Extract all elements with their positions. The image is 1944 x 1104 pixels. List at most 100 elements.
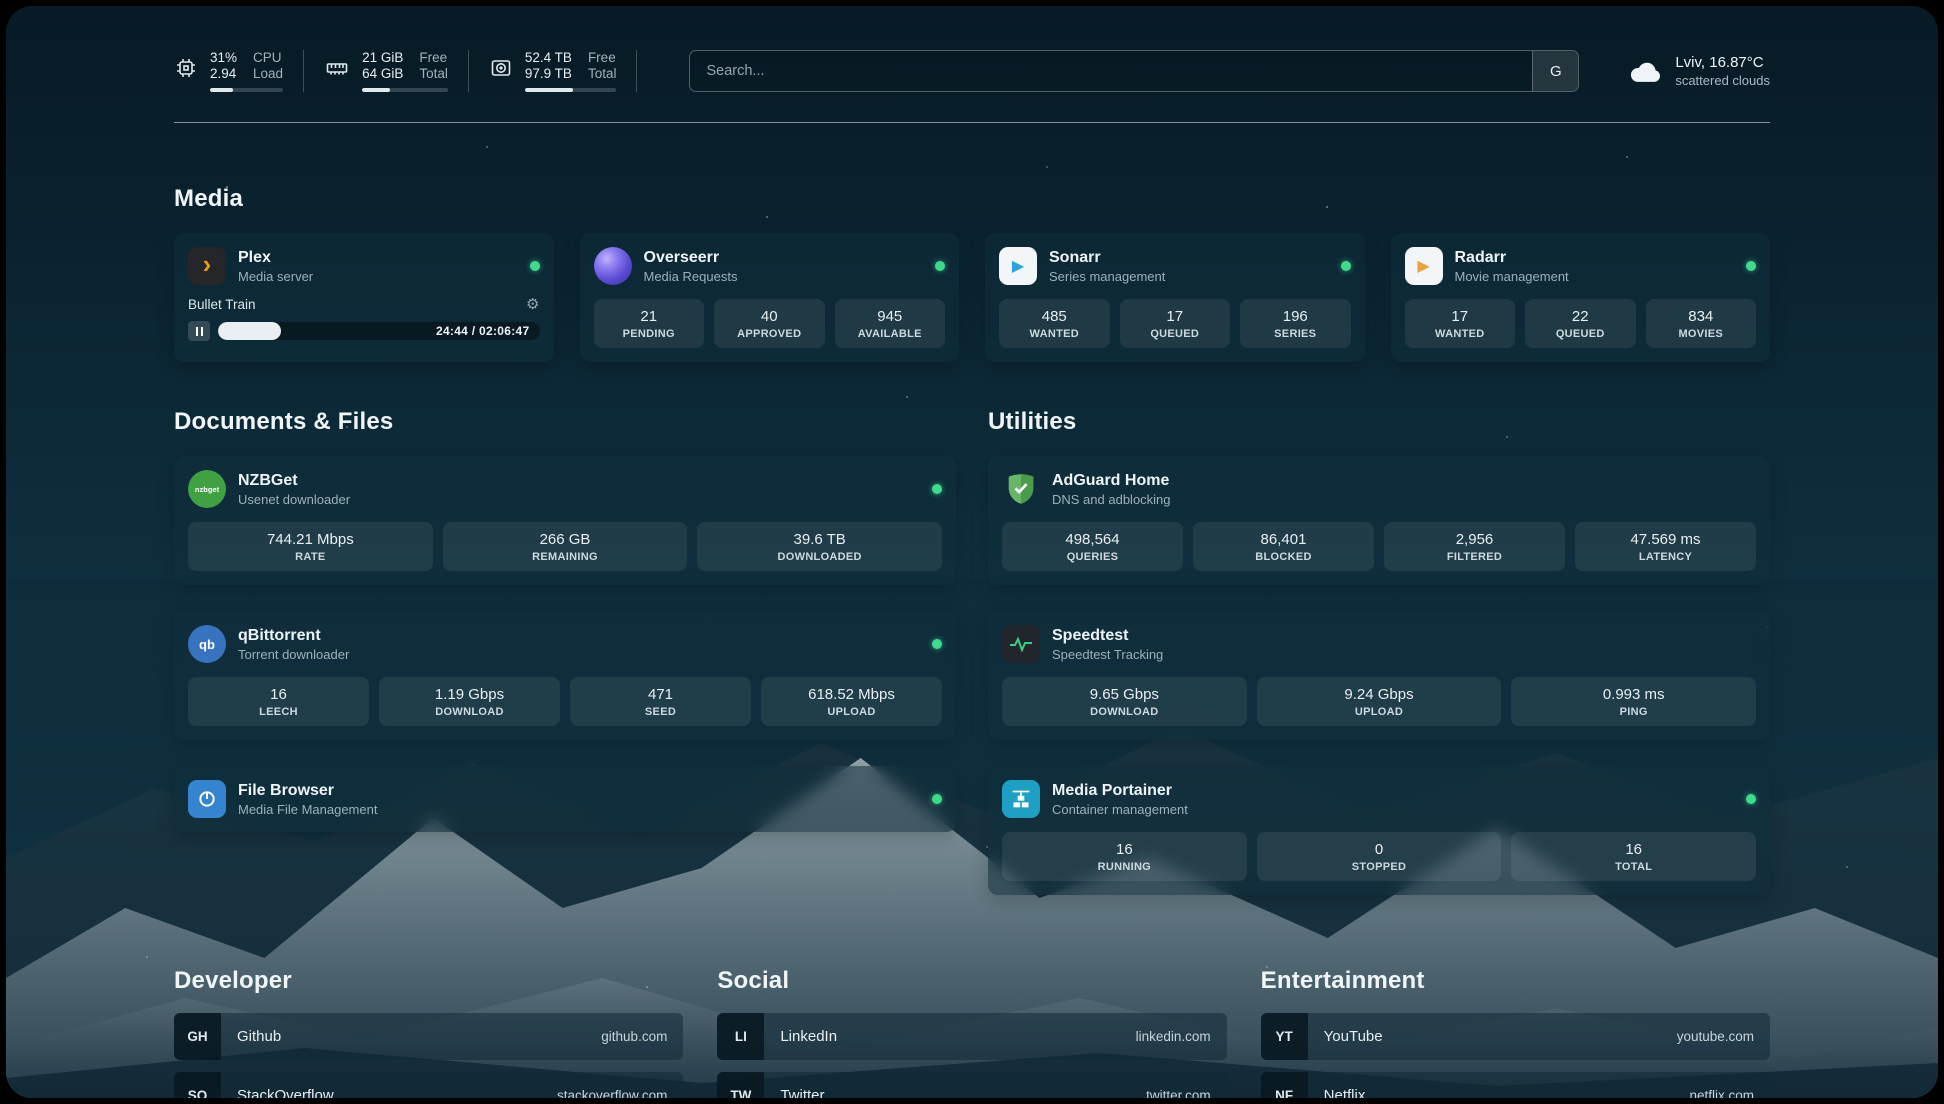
bookmark-abbr: NF	[1261, 1072, 1308, 1098]
service-card-adguard[interactable]: AdGuard Home DNS and adblocking 498,564 …	[988, 456, 1770, 585]
stat-latency: 47.569 ms LATENCY	[1575, 522, 1756, 571]
search-engine-button[interactable]: G	[1532, 51, 1578, 91]
cpu-progress-bar	[210, 88, 283, 92]
stat-total: 16 TOTAL	[1511, 832, 1756, 881]
stat-pending: 21 PENDING	[594, 299, 705, 348]
status-dot	[1746, 794, 1756, 804]
dashboard-content: 31% CPU 2.94 Load 21 GiB Free 64 GiB	[6, 6, 1938, 1098]
stat-downloaded: 39.6 TB DOWNLOADED	[697, 522, 942, 571]
portainer-icon	[1002, 780, 1040, 818]
cpu-widget: 31% CPU 2.94 Load	[174, 50, 304, 92]
stat-series: 196 SERIES	[1240, 299, 1351, 348]
bookmark-group-developer: Developer GH Github github.com SO StackO…	[174, 967, 683, 1098]
service-name: File Browser	[238, 782, 377, 800]
service-card-speedtest[interactable]: Speedtest Speedtest Tracking 9.65 Gbps D…	[988, 611, 1770, 740]
gear-icon[interactable]	[526, 297, 539, 312]
stat-movies: 834 MOVIES	[1646, 299, 1757, 348]
nzbget-icon: nzbget	[188, 470, 226, 508]
bookmark-abbr: SO	[174, 1072, 221, 1098]
stat-seed: 471 SEED	[570, 677, 751, 726]
service-card-radarr[interactable]: Radarr Movie management 17 WANTED 22 QUE…	[1391, 233, 1771, 362]
ram-total-label: Total	[419, 66, 448, 81]
ram-progress-bar	[362, 88, 448, 92]
section-title-media: Media	[174, 185, 1770, 213]
ram-icon	[324, 56, 350, 80]
section-media: Media Plex Media server Bullet Train	[174, 185, 1770, 362]
cpu-load-label: Load	[253, 66, 283, 81]
bookmark-linkedin[interactable]: LI LinkedIn linkedin.com	[717, 1013, 1226, 1060]
service-name: AdGuard Home	[1052, 472, 1171, 490]
service-name: qBittorrent	[238, 627, 349, 645]
search-input[interactable]	[690, 51, 1532, 91]
weather-condition: scattered clouds	[1675, 73, 1770, 88]
bookmark-twitter[interactable]: TW Twitter twitter.com	[717, 1072, 1226, 1098]
service-subtitle: Media File Management	[238, 802, 377, 817]
disk-total-value: 97.9 TB	[525, 66, 572, 81]
bookmark-stackoverflow[interactable]: SO StackOverflow stackoverflow.com	[174, 1072, 683, 1098]
stat-upload: 9.24 Gbps UPLOAD	[1257, 677, 1502, 726]
service-card-portainer[interactable]: Media Portainer Container management 16 …	[988, 766, 1770, 895]
search-bar: G	[689, 50, 1579, 92]
pause-button[interactable]	[188, 321, 210, 341]
service-subtitle: DNS and adblocking	[1052, 492, 1171, 507]
section-title-utilities: Utilities	[988, 408, 1770, 436]
status-dot	[935, 261, 945, 271]
service-subtitle: Torrent downloader	[238, 647, 349, 662]
plex-icon	[188, 247, 226, 285]
stat-blocked: 86,401 BLOCKED	[1193, 522, 1374, 571]
cpu-label: CPU	[253, 50, 283, 65]
bookmark-group-social: Social LI LinkedIn linkedin.com TW Twitt…	[717, 967, 1226, 1098]
service-name: Speedtest	[1052, 627, 1163, 645]
now-playing-widget: Bullet Train 24:44 / 02:06:47	[188, 297, 540, 341]
bookmark-github[interactable]: GH Github github.com	[174, 1013, 683, 1060]
service-name: Plex	[238, 249, 313, 267]
stat-queued: 17 QUEUED	[1120, 299, 1231, 348]
stat-filtered: 2,956 FILTERED	[1384, 522, 1565, 571]
stat-ping: 0.993 ms PING	[1511, 677, 1756, 726]
filebrowser-icon	[188, 780, 226, 818]
service-name: NZBGet	[238, 472, 350, 490]
now-playing-title: Bullet Train	[188, 297, 256, 312]
service-name: Media Portainer	[1052, 782, 1188, 800]
section-title-documents: Documents & Files	[174, 408, 956, 436]
service-card-overseerr[interactable]: Overseerr Media Requests 21 PENDING 40 A…	[580, 233, 960, 362]
top-bar: 31% CPU 2.94 Load 21 GiB Free 64 GiB	[174, 50, 1770, 92]
service-subtitle: Series management	[1049, 269, 1165, 284]
service-card-plex[interactable]: Plex Media server Bullet Train	[174, 233, 554, 362]
stat-available: 945 AVAILABLE	[835, 299, 946, 348]
stat-running: 16 RUNNING	[1002, 832, 1247, 881]
disk-widget: 52.4 TB Free 97.9 TB Total	[489, 50, 638, 92]
bookmark-netflix[interactable]: NF Netflix netflix.com	[1261, 1072, 1770, 1098]
service-card-nzbget[interactable]: nzbget NZBGet Usenet downloader 744.21 M…	[174, 456, 956, 585]
section-title-developer: Developer	[174, 967, 683, 995]
stat-download: 1.19 Gbps DOWNLOAD	[379, 677, 560, 726]
status-dot	[1341, 261, 1351, 271]
bookmark-abbr: GH	[174, 1013, 221, 1060]
radarr-icon	[1405, 247, 1443, 285]
service-subtitle: Media server	[238, 269, 313, 284]
disk-free-label: Free	[588, 50, 617, 65]
weather-location: Lviv, 16.87°C	[1675, 54, 1770, 71]
stat-queries: 498,564 QUERIES	[1002, 522, 1183, 571]
header-divider	[174, 122, 1770, 123]
stat-rate: 744.21 Mbps RATE	[188, 522, 433, 571]
status-dot	[932, 484, 942, 494]
stat-wanted: 17 WANTED	[1405, 299, 1516, 348]
disk-total-label: Total	[588, 66, 617, 81]
service-name: Overseerr	[644, 249, 738, 267]
dashboard-window: 31% CPU 2.94 Load 21 GiB Free 64 GiB	[6, 6, 1938, 1098]
memory-widget: 21 GiB Free 64 GiB Total	[324, 50, 469, 92]
bookmark-abbr: TW	[717, 1072, 764, 1098]
pause-icon	[196, 327, 203, 336]
cloud-icon	[1627, 58, 1663, 84]
service-subtitle: Movie management	[1455, 269, 1569, 284]
service-card-filebrowser[interactable]: File Browser Media File Management	[174, 766, 956, 832]
service-card-qbittorrent[interactable]: qb qBittorrent Torrent downloader 16 LEE…	[174, 611, 956, 740]
service-card-sonarr[interactable]: Sonarr Series management 485 WANTED 17 Q…	[985, 233, 1365, 362]
bookmark-youtube[interactable]: YT YouTube youtube.com	[1261, 1013, 1770, 1060]
section-documents: Documents & Files nzbget NZBGet Usenet d…	[174, 408, 956, 895]
ram-free-value: 21 GiB	[362, 50, 403, 65]
bookmark-group-entertainment: Entertainment YT YouTube youtube.com NF …	[1261, 967, 1770, 1098]
qbittorrent-icon: qb	[188, 625, 226, 663]
playback-progress-bar[interactable]: 24:44 / 02:06:47	[218, 322, 540, 340]
